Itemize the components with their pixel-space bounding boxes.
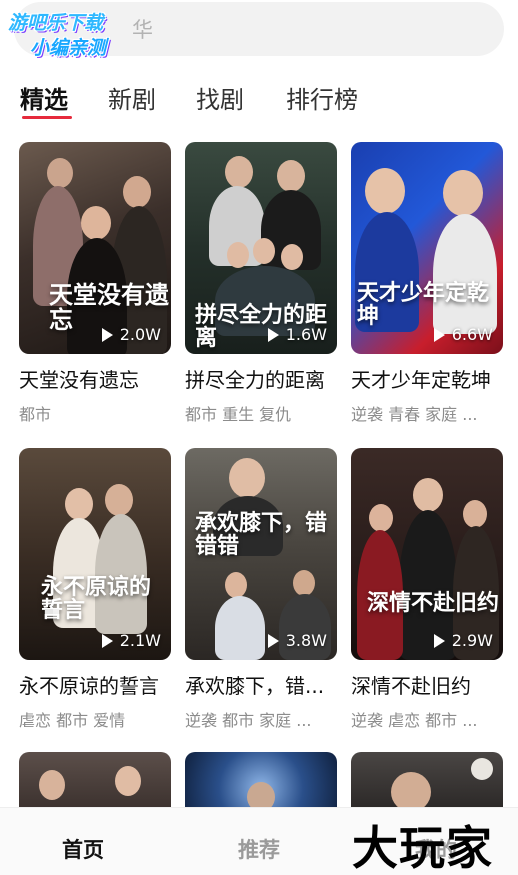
tab-featured[interactable]: 精选 xyxy=(20,80,68,115)
brand-watermark: 大玩家 xyxy=(352,821,493,875)
drama-title[interactable]: 天堂没有遗忘 xyxy=(19,364,171,393)
drama-card[interactable]: 天堂没有遗忘 2.0W 天堂没有遗忘 都市 xyxy=(19,142,171,425)
play-count: 2.9W xyxy=(433,631,493,650)
drama-poster[interactable] xyxy=(19,752,171,812)
poster-title: 永不原谅的誓言 xyxy=(41,574,152,624)
play-count: 2.0W xyxy=(101,325,161,344)
drama-title[interactable]: 永不原谅的誓言 xyxy=(19,670,171,699)
play-count: 2.1W xyxy=(101,631,161,650)
drama-tags: 都市 xyxy=(19,405,52,424)
drama-card[interactable]: 天才少年定乾坤 6.6W 天才少年定乾坤 逆袭 青春 家庭 ... xyxy=(351,142,503,425)
tab-find[interactable]: 找剧 xyxy=(196,80,244,115)
play-icon xyxy=(267,633,279,648)
nav-recommend[interactable]: 推荐 xyxy=(238,834,280,864)
drama-tags: 逆袭 都市 家庭 ... xyxy=(185,711,312,730)
drama-poster[interactable]: 天堂没有遗忘 2.0W xyxy=(19,142,171,354)
drama-poster[interactable] xyxy=(185,752,337,812)
drama-title[interactable]: 拼尽全力的距离 xyxy=(185,364,337,393)
watermark-line-2: 小编亲测 xyxy=(30,37,107,59)
play-count: 1.6W xyxy=(267,325,327,344)
tab-ranking[interactable]: 排行榜 xyxy=(286,80,358,115)
drama-tags: 逆袭 青春 家庭 ... xyxy=(351,405,478,424)
drama-title[interactable]: 承欢膝下，错... xyxy=(185,670,337,699)
drama-card[interactable] xyxy=(185,752,337,812)
drama-tags: 虐恋 都市 爱情 xyxy=(19,711,126,730)
drama-poster[interactable] xyxy=(351,752,503,812)
drama-card[interactable]: 深情不赴旧约 2.9W 深情不赴旧约 逆袭 虐恋 都市 ... xyxy=(351,448,503,731)
drama-poster[interactable]: 拼尽全力的距离 1.6W xyxy=(185,142,337,354)
nav-home[interactable]: 首页 xyxy=(62,834,104,864)
drama-title[interactable]: 天才少年定乾坤 xyxy=(351,364,503,393)
drama-card[interactable]: 承欢膝下，错错错 3.8W 承欢膝下，错... 逆袭 都市 家庭 ... xyxy=(185,448,337,731)
watermark-line-1: 游吧乐下载 xyxy=(8,12,104,34)
poster-title: 承欢膝下，错错错 xyxy=(195,510,328,560)
play-icon xyxy=(433,633,445,648)
poster-title: 天才少年定乾坤 xyxy=(357,280,490,330)
drama-card[interactable] xyxy=(351,752,503,812)
drama-tags: 都市 重生 复仇 xyxy=(185,405,292,424)
drama-title[interactable]: 深情不赴旧约 xyxy=(351,670,503,699)
play-icon xyxy=(433,327,445,342)
drama-card[interactable] xyxy=(19,752,171,812)
drama-card[interactable]: 永不原谅的誓言 2.1W 永不原谅的誓言 虐恋 都市 爱情 xyxy=(19,448,171,731)
drama-card[interactable]: 拼尽全力的距离 1.6W 拼尽全力的距离 都市 重生 复仇 xyxy=(185,142,337,425)
drama-poster[interactable]: 深情不赴旧约 2.9W xyxy=(351,448,503,660)
active-tab-indicator xyxy=(22,116,72,119)
play-icon xyxy=(101,327,113,342)
drama-poster[interactable]: 永不原谅的誓言 2.1W xyxy=(19,448,171,660)
drama-poster[interactable]: 天才少年定乾坤 6.6W xyxy=(351,142,503,354)
play-icon xyxy=(101,633,113,648)
drama-poster[interactable]: 承欢膝下，错错错 3.8W xyxy=(185,448,337,660)
play-count: 3.8W xyxy=(267,631,327,650)
play-count: 6.6W xyxy=(433,325,493,344)
poster-title: 深情不赴旧约 xyxy=(367,590,500,616)
tab-new[interactable]: 新剧 xyxy=(108,80,156,115)
watermark-logo: 游吧乐下载 小编亲测 xyxy=(8,8,158,60)
play-icon xyxy=(267,327,279,342)
drama-tags: 逆袭 虐恋 都市 ... xyxy=(351,711,478,730)
